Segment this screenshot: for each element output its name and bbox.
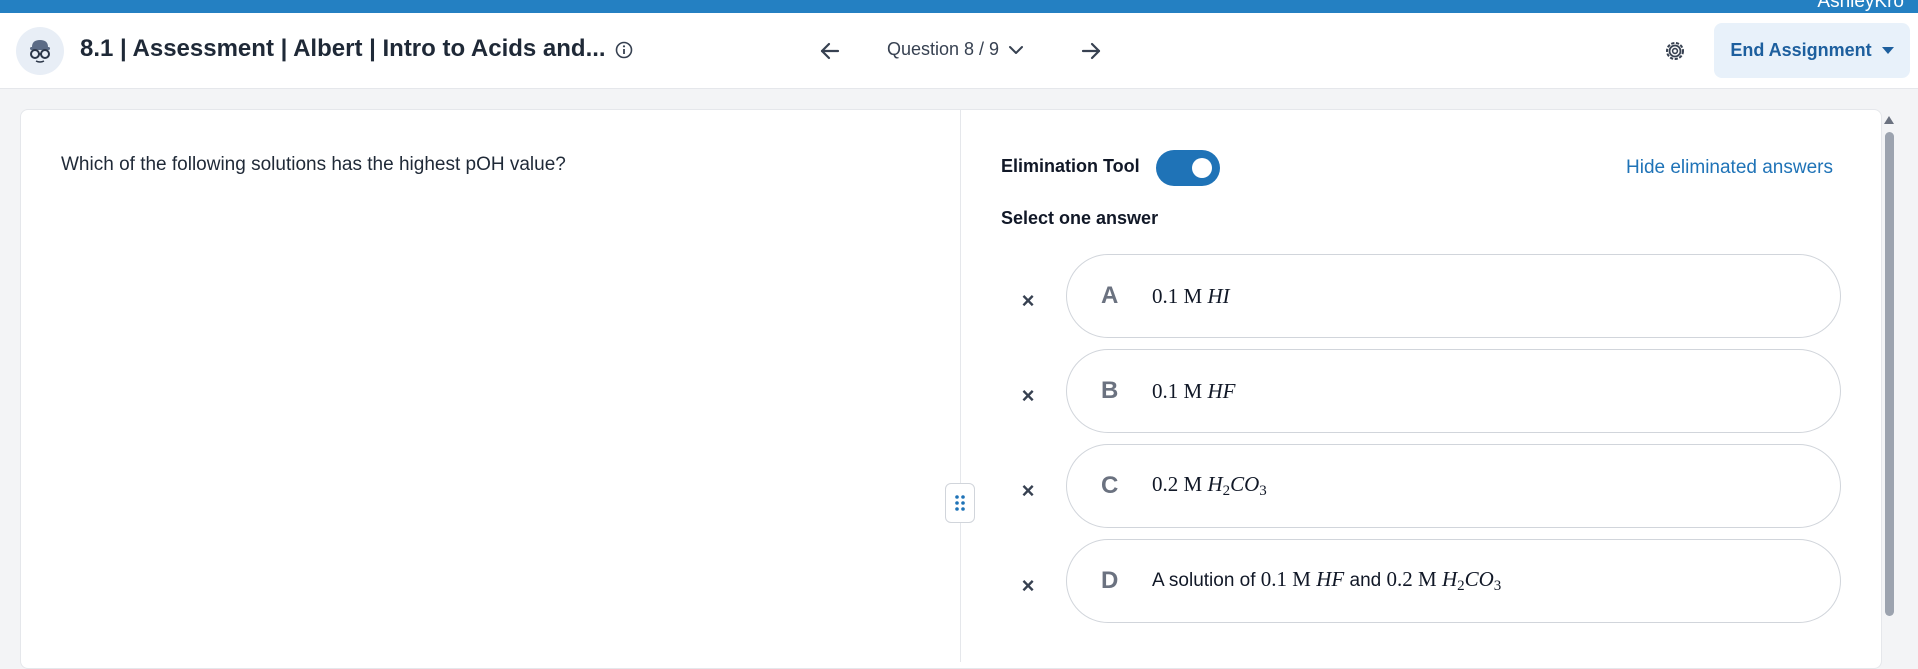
choice-text-part: HF — [1316, 567, 1345, 591]
choice-text: 0.1 M HI — [1152, 284, 1230, 309]
choice-text: 0.1 M HF — [1152, 379, 1235, 404]
question-text: Which of the following solutions has the… — [61, 154, 566, 175]
drag-handle-icon[interactable] — [945, 483, 975, 523]
choice-letter: A — [1101, 282, 1119, 309]
choice-letter: D — [1101, 567, 1119, 594]
choice-text-part: CO — [1464, 567, 1494, 591]
eliminate-b-close-icon[interactable]: × — [1016, 383, 1040, 408]
eliminate-c-close-icon[interactable]: × — [1016, 478, 1040, 503]
choice-text-part: 3 — [1493, 578, 1502, 594]
choice-text-part: H — [1207, 472, 1223, 496]
assignment-header: 8.1 | Assessment | Albert | Intro to Aci… — [0, 13, 1918, 89]
choice-text-part: 0.1 M — [1152, 378, 1208, 403]
choice-text-part: 0.1 M — [1260, 567, 1317, 591]
avatar-icon[interactable] — [16, 27, 64, 75]
question-selector-label: Question 8 / 9 — [887, 39, 1000, 59]
scrollbar-thumb[interactable] — [1885, 132, 1894, 616]
select-one-label: Select one answer — [1001, 208, 1159, 228]
choice-letter: B — [1101, 377, 1119, 404]
choice-text-part: 2 — [1222, 483, 1231, 499]
eliminate-a-close-icon[interactable]: × — [1016, 288, 1040, 313]
chevron-down-icon — [1009, 45, 1024, 54]
choice-letter: C — [1101, 472, 1119, 499]
caret-down-icon — [1881, 46, 1894, 54]
choice-text-part: CO — [1230, 472, 1260, 496]
top-brand-bar: AshleyKro — [0, 0, 1918, 13]
choice-text-part: H — [1441, 567, 1458, 591]
choice-text-part: 2 — [1457, 578, 1465, 594]
panel-divider — [960, 110, 961, 662]
answer-choice-a[interactable]: A 0.1 M HI — [1066, 254, 1841, 338]
choice-text: 0.2 M H2CO3 — [1152, 472, 1267, 500]
choice-text-part: A solution of — [1152, 570, 1261, 591]
toggle-knob — [1192, 158, 1212, 178]
elimination-tool-label: Elimination Tool — [1001, 156, 1140, 176]
elimination-toggle[interactable] — [1156, 150, 1220, 186]
user-name[interactable]: AshleyKro — [1817, 0, 1904, 13]
choice-text-part: 3 — [1259, 483, 1267, 499]
choice-text-part: HI — [1207, 283, 1230, 308]
question-selector[interactable]: Question 8 / 9 — [887, 39, 1025, 60]
scroll-up-arrow-icon[interactable] — [1883, 114, 1895, 126]
end-assignment-button[interactable]: End Assignment — [1714, 23, 1910, 78]
answer-choice-b[interactable]: B 0.1 M HF — [1066, 349, 1841, 433]
arrow-left-icon[interactable] — [816, 37, 844, 65]
assignment-title: 8.1 | Assessment | Albert | Intro to Aci… — [80, 35, 606, 62]
gear-icon[interactable] — [1662, 38, 1688, 64]
arrow-right-icon[interactable] — [1077, 37, 1105, 65]
choice-text-part: HF — [1207, 378, 1236, 403]
choice-text-part: 0.2 M — [1152, 472, 1208, 496]
choice-text-part: 0.1 M — [1152, 283, 1208, 308]
eliminate-d-close-icon[interactable]: × — [1016, 573, 1040, 598]
choice-text-part: 0.2 M — [1386, 567, 1442, 591]
choice-text-part: and — [1344, 570, 1387, 591]
choice-text: A solution of 0.1 M HF and 0.2 M H2CO3 — [1152, 567, 1501, 595]
answer-choice-c[interactable]: C 0.2 M H2CO3 — [1066, 444, 1841, 528]
info-icon[interactable] — [614, 40, 634, 60]
hide-eliminated-link[interactable]: Hide eliminated answers — [1626, 157, 1833, 179]
end-assignment-label: End Assignment — [1730, 40, 1872, 60]
answer-choice-d[interactable]: D A solution of 0.1 M HF and 0.2 M H2CO3 — [1066, 539, 1841, 623]
